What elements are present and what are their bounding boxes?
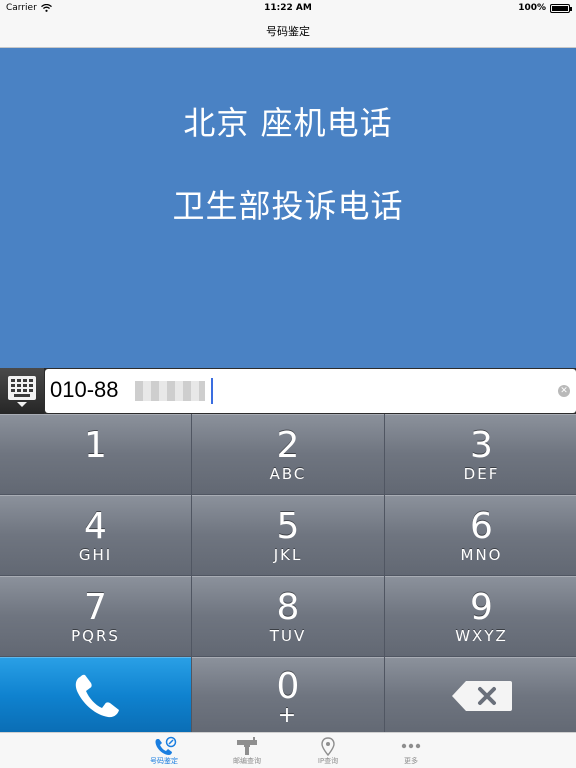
masked-digits (135, 381, 205, 401)
phone-check-icon (155, 736, 177, 755)
nav-bar: 号码鉴定 (0, 18, 576, 48)
key-2[interactable]: 2 ABC (192, 414, 384, 494)
key-9[interactable]: 9 WXYZ (385, 576, 576, 656)
key-1[interactable]: 1 (0, 414, 191, 494)
location-pin-icon (321, 737, 335, 756)
input-row: 010-88 ✕ (0, 368, 576, 414)
mailbox-icon (237, 737, 257, 755)
tab-postcode-lookup[interactable]: 邮编查询 (217, 736, 277, 766)
text-caret (211, 378, 213, 404)
key-0[interactable]: 0 + (192, 657, 384, 735)
tab-bar: 号码鉴定 邮编查询 IP查询 更多 (0, 732, 576, 768)
result-panel: 北京 座机电话 卫生部投诉电话 (0, 48, 576, 368)
key-4[interactable]: 4 GHI (0, 495, 191, 575)
key-7[interactable]: 7 PQRS (0, 576, 191, 656)
status-bar: Carrier 11:22 AM 100% (0, 0, 576, 18)
result-owner: 卫生部投诉电话 (172, 187, 404, 225)
more-icon (401, 743, 421, 749)
key-3[interactable]: 3 DEF (385, 414, 576, 494)
backspace-icon (451, 681, 512, 711)
key-5[interactable]: 5 JKL (192, 495, 384, 575)
phone-number-value: 010-88 (50, 377, 119, 402)
tab-ip-lookup[interactable]: IP查询 (298, 736, 358, 766)
delete-button[interactable] (385, 657, 576, 735)
clear-input-button[interactable]: ✕ (558, 385, 570, 397)
dial-keypad: 1 2 ABC 3 DEF 4 GHI 5 JKL 6 MNO 7 PQRS 8… (0, 414, 576, 735)
key-8[interactable]: 8 TUV (192, 576, 384, 656)
battery-icon (550, 3, 572, 13)
status-time: 11:22 AM (264, 3, 312, 13)
result-location: 北京 座机电话 (183, 104, 393, 142)
call-button[interactable] (0, 657, 191, 735)
tab-more[interactable]: 更多 (381, 736, 441, 766)
keyboard-icon (8, 376, 36, 407)
phone-number-input[interactable]: 010-88 ✕ (45, 369, 576, 413)
tab-number-lookup[interactable]: 号码鉴定 (134, 736, 194, 766)
phone-icon (75, 674, 119, 718)
keyboard-toggle-button[interactable] (0, 368, 44, 414)
battery-percent: 100% (518, 3, 546, 13)
page-title: 号码鉴定 (266, 25, 310, 38)
key-6[interactable]: 6 MNO (385, 495, 576, 575)
